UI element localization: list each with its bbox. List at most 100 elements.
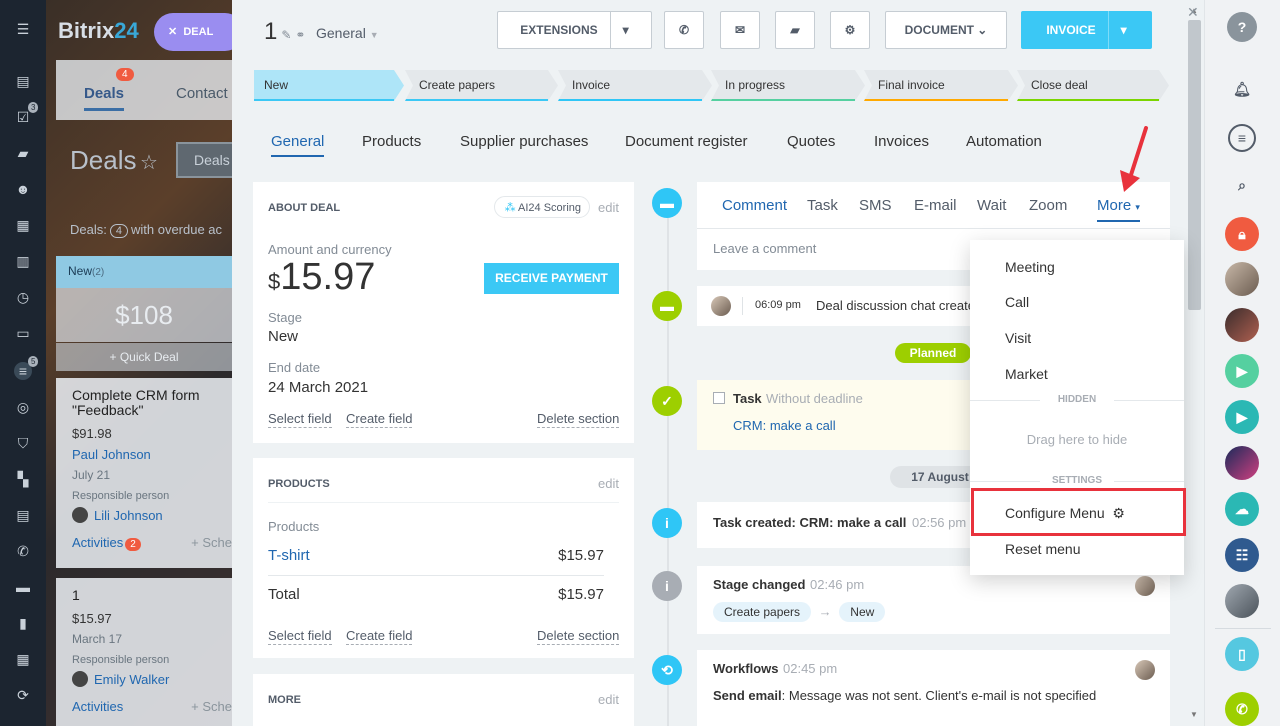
chevron-down-icon: ⌄: [977, 23, 988, 37]
quick-deal-button[interactable]: + Quick Deal: [56, 343, 232, 371]
phone-icon[interactable]: ✆: [14, 542, 32, 560]
cloud-icon[interactable]: ☁: [1225, 492, 1259, 526]
bg-tab-deals[interactable]: Deals: [84, 85, 125, 111]
feed-icon[interactable]: ▤: [14, 72, 32, 90]
select-field-link[interactable]: Select field: [268, 411, 332, 428]
menu-item-visit[interactable]: Visit: [1005, 330, 1031, 346]
schedule-icon[interactable]: ▦: [14, 650, 32, 668]
delete-section-link[interactable]: Delete section: [537, 411, 620, 428]
inventory-icon[interactable]: ▤: [14, 506, 32, 524]
menu-item-call[interactable]: Call: [1005, 294, 1029, 310]
deal-close-chip[interactable]: ✕ DEAL: [154, 13, 232, 51]
extensions-button[interactable]: EXTENSIONS ▾: [497, 11, 652, 49]
zoom-tab[interactable]: Zoom: [1029, 197, 1067, 214]
phone-book-icon[interactable]: ▯: [1225, 637, 1259, 671]
kanban-card[interactable]: 1 $15.97 March 17 Responsible person Emi…: [56, 578, 232, 726]
stage-final-invoice[interactable]: Final invoice: [864, 70, 1018, 101]
more-tab[interactable]: More ▾: [1097, 197, 1140, 222]
bg-tab-contacts[interactable]: Contact: [176, 85, 228, 102]
invoice-button[interactable]: INVOICE ▾: [1021, 11, 1152, 49]
tab-automation[interactable]: Automation: [966, 133, 1042, 150]
chat-button[interactable]: ▰: [775, 11, 815, 49]
sites-icon[interactable]: ▥: [14, 252, 32, 270]
highlight-box: [971, 488, 1186, 536]
document-button[interactable]: DOCUMENT ⌄: [885, 11, 1007, 49]
email-button[interactable]: ✉: [720, 11, 760, 49]
deals-tab-badge: 4: [116, 68, 134, 81]
reset-menu-item[interactable]: Reset menu: [1005, 541, 1080, 557]
target-icon[interactable]: ◎: [14, 398, 32, 416]
stage-close-deal[interactable]: Close deal: [1017, 70, 1169, 101]
close-icon[interactable]: ✕: [1187, 4, 1199, 21]
drive-icon[interactable]: ▬: [14, 578, 32, 596]
receive-payment-button[interactable]: RECEIVE PAYMENT: [484, 263, 619, 294]
edit-link[interactable]: edit: [598, 692, 619, 707]
scrollbar[interactable]: ▲ ▼: [1185, 2, 1204, 724]
arrow-right-icon: →: [818, 604, 832, 619]
link-icon[interactable]: ⚭: [295, 28, 305, 42]
calendar-icon[interactable]: ▦: [14, 216, 32, 234]
phone-icon[interactable]: ✆: [1225, 692, 1259, 726]
about-deal-card: ABOUT DEAL ⁂ AI24 Scoring edit: [253, 182, 634, 443]
task-tab[interactable]: Task: [807, 197, 838, 214]
edit-link[interactable]: edit: [598, 200, 619, 215]
ai-scoring-chip[interactable]: ⁂ AI24 Scoring: [493, 196, 590, 218]
email-tab[interactable]: E-mail: [914, 197, 957, 214]
comment-input[interactable]: Leave a comment: [713, 241, 816, 256]
tab-document-register[interactable]: Document register: [625, 133, 748, 150]
stage-in-progress[interactable]: In progress: [711, 70, 865, 101]
documents-icon[interactable]: ▮: [14, 614, 32, 632]
workgroups-icon[interactable]: ▭: [14, 324, 32, 342]
avatar[interactable]: [1225, 584, 1259, 618]
edit-pencil-icon[interactable]: ✎: [281, 28, 291, 42]
task-checkbox[interactable]: [713, 392, 725, 404]
deal-category-select[interactable]: General ▼: [316, 25, 379, 41]
call-button[interactable]: ✆: [664, 11, 704, 49]
menu-item-market[interactable]: Market: [1005, 366, 1048, 382]
video-call-icon[interactable]: ▶: [1225, 354, 1259, 388]
chat-icon[interactable]: ▰: [14, 144, 32, 162]
group-icon[interactable]: ☷: [1225, 538, 1259, 572]
sms-tab[interactable]: SMS: [859, 197, 892, 214]
card-heading: ABOUT DEAL: [268, 202, 341, 214]
stage-invoice[interactable]: Invoice: [558, 70, 712, 101]
star-icon[interactable]: ☆: [140, 150, 158, 175]
task-link[interactable]: CRM: make a call: [733, 418, 836, 433]
kanban-card[interactable]: Complete CRM form "Feedback" $91.98 Paul…: [56, 378, 232, 568]
comment-tab[interactable]: Comment: [722, 197, 787, 214]
settings-button[interactable]: ⚙: [830, 11, 870, 49]
delete-section-link[interactable]: Delete section: [537, 628, 620, 645]
lock-icon[interactable]: 🔒︎: [1225, 217, 1259, 251]
video-call-icon[interactable]: ▶: [1225, 400, 1259, 434]
apps-icon[interactable]: ▚: [14, 470, 32, 488]
time-icon[interactable]: ◷: [14, 288, 32, 306]
edit-link[interactable]: edit: [598, 476, 619, 491]
avatar[interactable]: [1225, 262, 1259, 296]
scrollbar-thumb[interactable]: [1188, 20, 1201, 310]
chat-bubble-icon[interactable]: ≡: [1228, 124, 1256, 152]
tab-general[interactable]: General: [271, 133, 325, 157]
search-icon[interactable]: ⌕: [1225, 168, 1259, 202]
tab-invoices[interactable]: Invoices: [874, 133, 929, 150]
select-field-link[interactable]: Select field: [268, 628, 332, 645]
menu-item-meeting[interactable]: Meeting: [1005, 259, 1055, 275]
help-icon[interactable]: ?: [1227, 12, 1257, 42]
contacts-icon[interactable]: ☻: [14, 180, 32, 198]
store-icon[interactable]: ⛉: [14, 434, 32, 452]
stage-new[interactable]: New: [254, 70, 404, 101]
tab-quotes[interactable]: Quotes: [787, 133, 835, 150]
create-field-link[interactable]: Create field: [346, 628, 413, 645]
scroll-down-icon[interactable]: ▼: [1190, 710, 1198, 719]
tab-supplier-purchases[interactable]: Supplier purchases: [460, 133, 588, 150]
wait-tab[interactable]: Wait: [977, 197, 1006, 214]
avatar[interactable]: [1225, 308, 1259, 342]
create-field-link[interactable]: Create field: [346, 411, 413, 428]
bell-icon[interactable]: 🔔︎: [1225, 72, 1259, 106]
product-name-link[interactable]: T-shirt: [268, 547, 310, 564]
menu-icon[interactable]: ☰: [14, 20, 32, 38]
avatar[interactable]: [1225, 446, 1259, 480]
bg-deals-button[interactable]: Deals: [176, 142, 232, 178]
tab-products[interactable]: Products: [362, 133, 421, 150]
stage-create-papers[interactable]: Create papers: [405, 70, 558, 101]
sync-icon[interactable]: ⟳: [14, 686, 32, 704]
